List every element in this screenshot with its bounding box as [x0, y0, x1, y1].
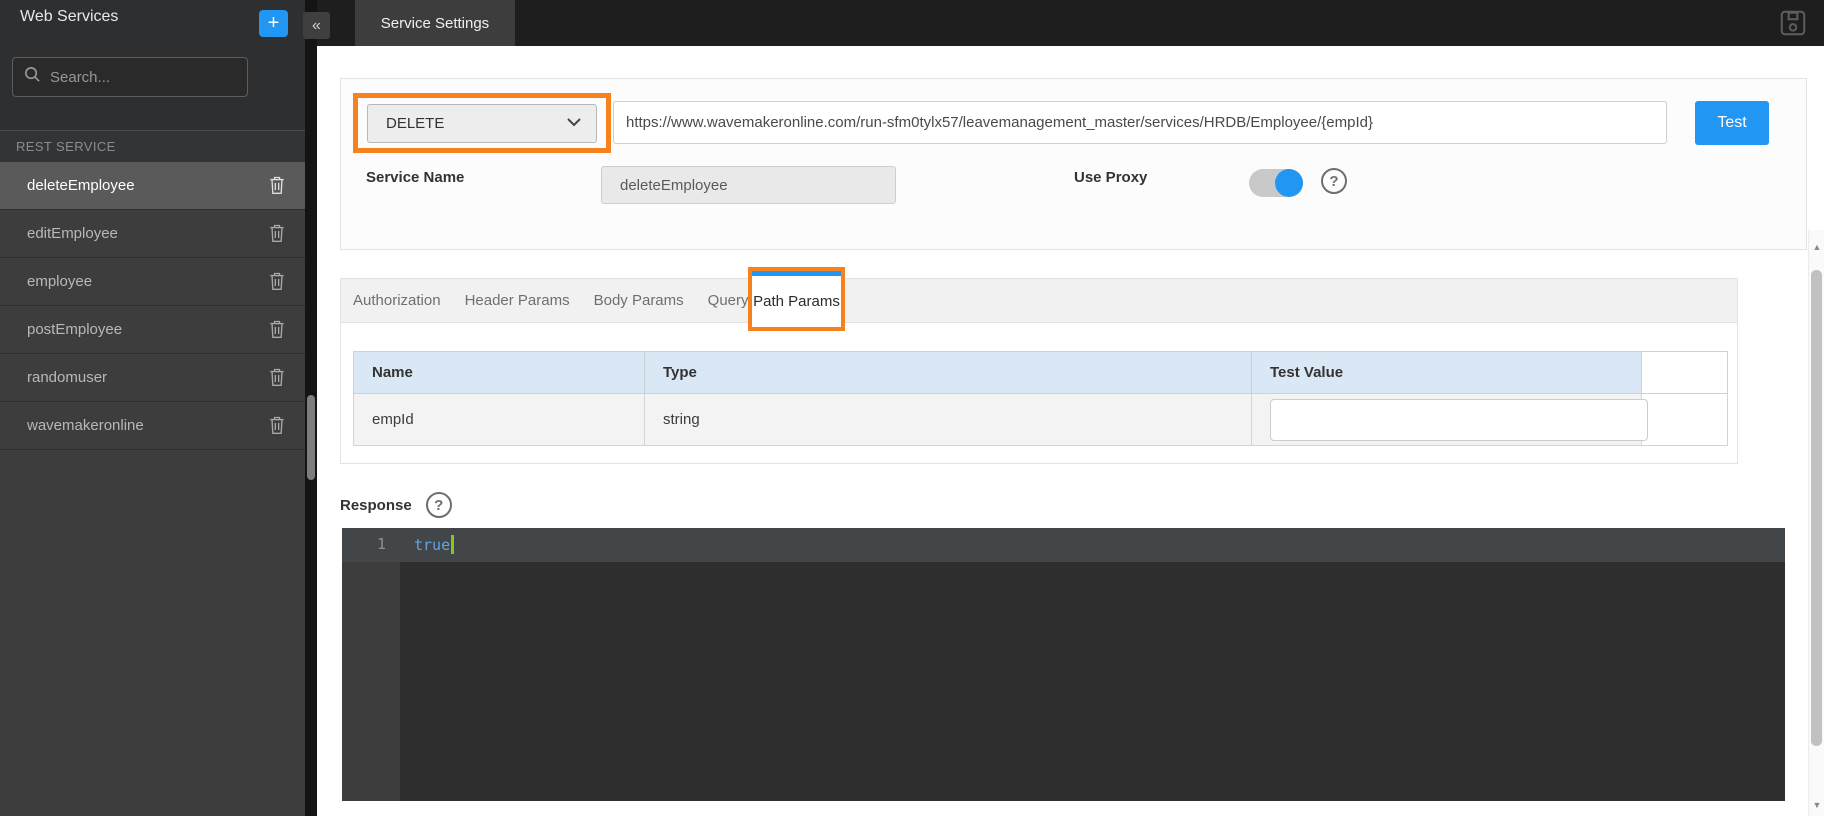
- use-proxy-toggle[interactable]: [1249, 169, 1303, 197]
- test-value-input[interactable]: [1270, 399, 1648, 441]
- rest-service-section-header: REST SERVICE: [0, 130, 305, 162]
- param-name-cell: empId: [354, 394, 645, 446]
- table-row: empId string: [354, 394, 1728, 446]
- delete-service-button[interactable]: [266, 318, 288, 342]
- table-header-row: Name Type Test Value: [354, 352, 1728, 394]
- sidebar-header: Web Services +: [0, 0, 305, 130]
- sidebar: Web Services + REST SERVICE deleteEmploy…: [0, 0, 305, 816]
- trash-icon: [267, 280, 287, 295]
- scroll-down-arrow[interactable]: ▼: [1809, 800, 1824, 810]
- chevron-down-icon: [566, 115, 582, 132]
- service-label: postEmployee: [27, 321, 266, 338]
- sidebar-item-randomuser[interactable]: randomuser: [0, 354, 305, 402]
- delete-service-button[interactable]: [266, 366, 288, 390]
- collapse-sidebar-button[interactable]: «: [303, 12, 330, 39]
- search-box: [12, 57, 248, 97]
- service-label: wavemakeronline: [27, 417, 266, 434]
- main-scrollbar-thumb[interactable]: [1811, 270, 1822, 746]
- delete-service-button[interactable]: [266, 174, 288, 198]
- tab-header-params[interactable]: Header Params: [453, 279, 582, 323]
- column-header-extra: [1642, 352, 1728, 394]
- sidebar-item-wavemakeronline[interactable]: wavemakeronline: [0, 402, 305, 450]
- active-tab-highlight-box: Path Params: [748, 267, 845, 331]
- response-label: Response: [340, 497, 412, 514]
- delete-service-button[interactable]: [266, 414, 288, 438]
- trash-icon: [267, 328, 287, 343]
- tab-authorization[interactable]: Authorization: [341, 279, 453, 323]
- trash-icon: [267, 184, 287, 199]
- sidebar-item-deleteEmployee[interactable]: deleteEmployee: [0, 162, 305, 210]
- response-value: true: [414, 536, 450, 554]
- sidebar-item-postEmployee[interactable]: postEmployee: [0, 306, 305, 354]
- app-root: « Service Settings Web Services +: [0, 0, 1824, 816]
- trash-icon: [267, 376, 287, 391]
- editor-caret: [451, 535, 454, 554]
- sidebar-scrollbar-thumb[interactable]: [307, 395, 315, 480]
- service-url-input[interactable]: [613, 101, 1667, 144]
- editor-code-line: true: [414, 535, 454, 554]
- sidebar-item-employee[interactable]: employee: [0, 258, 305, 306]
- sidebar-item-editEmployee[interactable]: editEmployee: [0, 210, 305, 258]
- param-extra-cell: [1642, 394, 1728, 446]
- editor-line-number: 1: [342, 535, 386, 553]
- column-header-name: Name: [354, 352, 645, 394]
- service-label: editEmployee: [27, 225, 266, 242]
- top-bar: [305, 0, 1824, 46]
- search-input[interactable]: [50, 69, 249, 86]
- service-label: deleteEmployee: [27, 177, 266, 194]
- service-list: deleteEmployee editEmployee: [0, 162, 305, 450]
- toggle-knob: [1275, 169, 1303, 197]
- path-params-table: Name Type Test Value empId string: [353, 351, 1728, 446]
- http-method-select[interactable]: DELETE: [367, 104, 597, 143]
- main-scrollbar: ▲ ▼: [1808, 230, 1824, 816]
- column-header-type: Type: [645, 352, 1252, 394]
- param-test-value-cell: [1252, 394, 1642, 446]
- use-proxy-label: Use Proxy: [1074, 169, 1147, 186]
- response-header: Response ?: [340, 492, 452, 518]
- search-icon: [23, 65, 42, 89]
- param-type-cell: string: [645, 394, 1252, 446]
- service-name-input[interactable]: [601, 166, 896, 204]
- tab-body-params[interactable]: Body Params: [582, 279, 696, 323]
- tab-path-params[interactable]: Path Params: [752, 271, 841, 327]
- editor-gutter: [342, 528, 400, 801]
- column-header-test-value: Test Value: [1252, 352, 1642, 394]
- save-button[interactable]: [1776, 7, 1810, 41]
- test-button[interactable]: Test: [1695, 101, 1769, 145]
- sidebar-title: Web Services: [20, 8, 118, 26]
- trash-icon: [267, 232, 287, 247]
- service-label: employee: [27, 273, 266, 290]
- trash-icon: [267, 424, 287, 439]
- service-settings-panel: DELETE Test Service Name Use Proxy ?: [340, 78, 1807, 250]
- floppy-save-icon: [1778, 26, 1808, 41]
- params-panel: Authorization Header Params Body Params …: [340, 278, 1738, 464]
- service-name-label: Service Name: [366, 169, 464, 186]
- delete-service-button[interactable]: [266, 222, 288, 246]
- response-code-editor[interactable]: 1 true: [342, 528, 1785, 801]
- http-method-value: DELETE: [386, 115, 566, 132]
- use-proxy-help-icon[interactable]: ?: [1321, 168, 1347, 194]
- editor-current-line-highlight: [342, 528, 1785, 562]
- sidebar-scrollbar: [305, 0, 317, 816]
- params-tabstrip: Authorization Header Params Body Params …: [341, 279, 1737, 323]
- add-service-button[interactable]: +: [259, 10, 288, 37]
- scroll-up-arrow[interactable]: ▲: [1809, 242, 1824, 252]
- tab-service-settings[interactable]: Service Settings: [355, 0, 515, 46]
- delete-service-button[interactable]: [266, 270, 288, 294]
- response-help-icon[interactable]: ?: [426, 492, 452, 518]
- service-label: randomuser: [27, 369, 266, 386]
